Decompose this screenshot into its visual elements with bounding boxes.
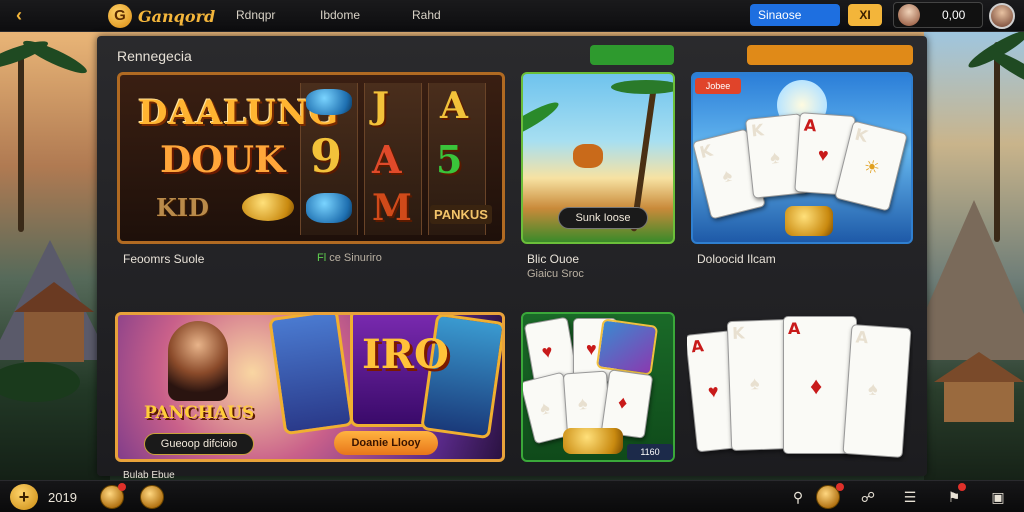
notification-dot: [118, 483, 126, 491]
chips-icon: [563, 428, 623, 454]
game-card-beach[interactable]: Sunk Ioose: [521, 72, 675, 244]
wallet-icon[interactable]: ▣: [988, 487, 1008, 507]
princess-title: PANCHAUS: [144, 403, 255, 423]
game-card-cards-fan[interactable]: A ♥ K ♠ A ♦ A ♠: [687, 310, 913, 462]
poker-price-badge: 1160: [627, 444, 673, 460]
balance-display[interactable]: 0,00: [893, 2, 983, 28]
beach-sub-caption: Giaicu Sroc: [527, 268, 584, 280]
balance-value: 0,00: [942, 8, 966, 22]
game-card-slot[interactable]: DAALUNG DOUK J A 9 A 5 M KID PANKUS: [117, 72, 505, 244]
princess-big-text: IRO: [362, 331, 449, 378]
slot-symbol: J: [372, 85, 390, 127]
character-icon: [573, 144, 603, 168]
nav-link-3[interactable]: Rahd: [412, 8, 441, 22]
game-card-poker[interactable]: ♥ ♥ ♠ ♠ ♦ 1160: [521, 312, 675, 462]
beach-caption: Blic Ouoe: [527, 252, 580, 266]
brand[interactable]: G Ganqord: [108, 4, 215, 28]
slot-symbol: M: [372, 187, 412, 229]
beach-play-button[interactable]: Sunk Ioose: [558, 207, 648, 229]
notification-dot: [958, 483, 966, 491]
language-button[interactable]: XI: [848, 4, 882, 26]
notification-dot: [836, 483, 844, 491]
gold-coins-icon: [242, 193, 294, 221]
slot-symbol: A: [440, 85, 468, 127]
chips-icon: [785, 206, 833, 236]
coin-icon[interactable]: [140, 485, 164, 509]
slot-symbol: 5: [436, 137, 463, 182]
game-tile-icon: [268, 315, 354, 436]
princess-play-button[interactable]: Gueoop difcioio: [144, 433, 254, 455]
gem-icon: [306, 193, 352, 223]
brand-logo-icon: G: [108, 4, 132, 28]
playing-card: A ♠: [842, 324, 912, 458]
cards-caption: Doloocid Ilcam: [697, 252, 776, 266]
slot-sub-caption: Fl ce Sinuriro: [317, 252, 382, 264]
profile-avatar[interactable]: [989, 3, 1015, 29]
character-portrait: [168, 321, 228, 401]
fish-icon: [306, 89, 352, 115]
slot-subtitle: DOUK: [160, 139, 286, 181]
slot-kid-label: KID: [156, 193, 209, 222]
princess-join-button[interactable]: Doanie Llooy: [334, 431, 438, 455]
slot-caption: Feoomrs Suole: [123, 252, 205, 266]
back-button[interactable]: ‹: [8, 4, 30, 26]
year-label: 2019: [48, 490, 77, 505]
game-card-cards[interactable]: Jobee K ♠ K ♠ A ♥ K ☀: [691, 72, 913, 244]
green-filter-button[interactable]: [590, 45, 674, 65]
panel-title: Rennegecia: [117, 48, 192, 64]
game-card-princess[interactable]: IRO PANCHAUS Gueoop difcioio Doanie Lloo…: [115, 312, 505, 462]
nav-link-2[interactable]: Ibdome: [320, 8, 360, 22]
cards-badge: Jobee: [695, 78, 741, 94]
add-icon[interactable]: +: [10, 484, 38, 510]
slot-symbol: A: [372, 137, 402, 182]
list-icon[interactable]: ☰: [900, 487, 920, 507]
slot-pankus-label: PANKUS: [430, 205, 492, 224]
user-avatar-icon: [898, 4, 920, 26]
background-scenery-left: [0, 32, 110, 480]
games-panel: Rennegecia DAALUNG DOUK J A 9 A 5 M KID …: [97, 36, 927, 481]
search-button[interactable]: Sinaose: [750, 4, 840, 26]
search-icon[interactable]: ⚲: [788, 487, 808, 507]
game-tile-icon: [595, 318, 659, 376]
nav-link-1[interactable]: Rdnqpr: [236, 8, 275, 22]
brand-name: Ganqord: [138, 6, 216, 26]
chat-icon[interactable]: ☍: [858, 487, 878, 507]
slot-symbol: 9: [310, 129, 343, 183]
orange-filter-button[interactable]: [747, 45, 913, 65]
top-bar: ‹ G Ganqord Rdnqpr Ibdome Rahd Sinaose X…: [0, 0, 1024, 32]
bottom-bar: + 2019 ⚲ ☍ ☰ ⚑ ▣: [0, 480, 1024, 512]
background-scenery-right: [924, 32, 1024, 480]
